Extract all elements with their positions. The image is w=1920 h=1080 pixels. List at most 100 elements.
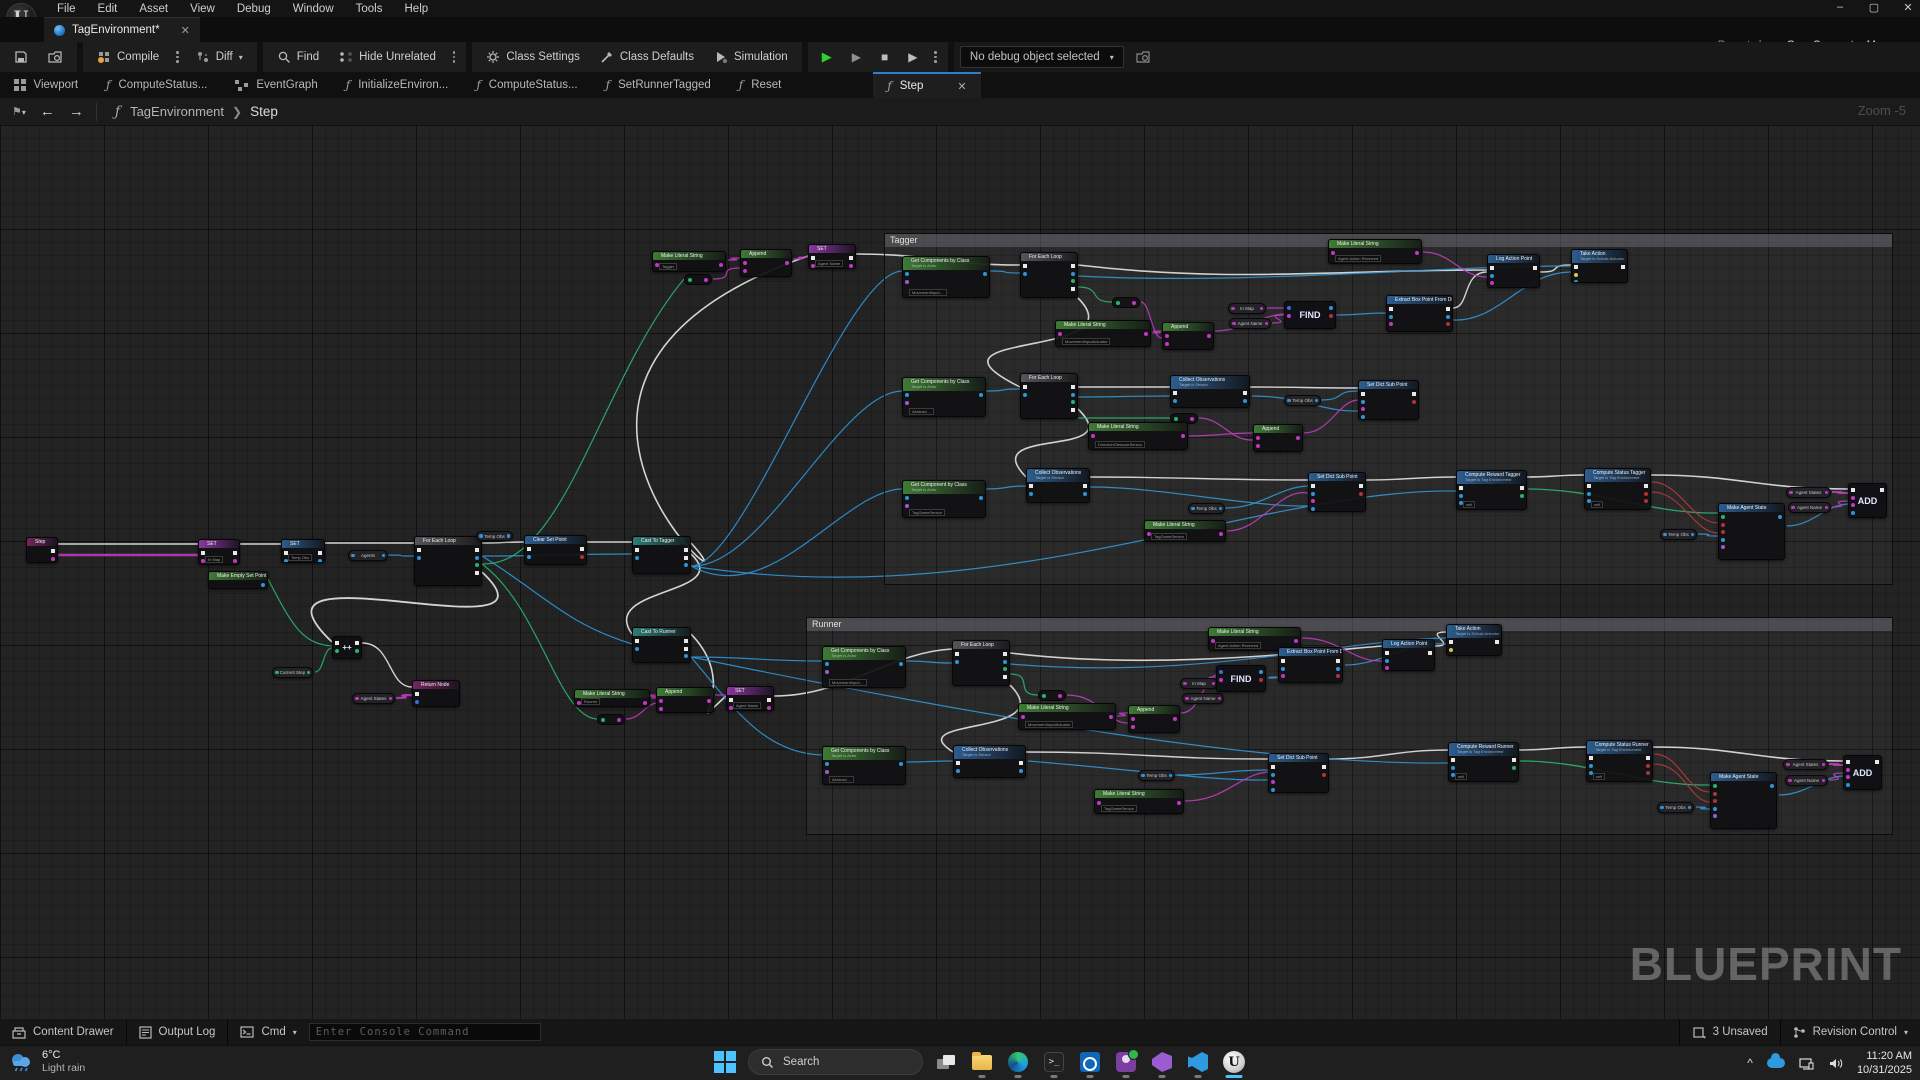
data-pin[interactable] [767, 706, 771, 710]
data-pin[interactable] [1446, 322, 1450, 326]
maximize-button[interactable]: ▢ [1868, 1, 1880, 14]
node-make-literal-string[interactable]: Make Literal StringDirectionObstacleSens… [1088, 422, 1188, 450]
data-pin[interactable] [1165, 334, 1169, 338]
node-log-action-point[interactable]: Log Action Point [1487, 254, 1540, 288]
data-pin[interactable] [1271, 773, 1275, 777]
data-pin[interactable] [1361, 415, 1365, 419]
exec-pin[interactable] [1029, 484, 1033, 488]
data-pin[interactable] [1147, 532, 1151, 536]
exec-pin[interactable] [1083, 484, 1087, 488]
terminal-icon[interactable]: >_ [1041, 1049, 1067, 1075]
node-get-components-by-class[interactable]: Get Components by ClassTarget is ActorMo… [822, 646, 906, 688]
class-settings-button[interactable]: Class Settings [478, 42, 588, 72]
node-return-node[interactable]: Return Node [412, 680, 460, 707]
tray-expand-icon[interactable]: ^ [1747, 1056, 1753, 1070]
exec-pin[interactable] [1023, 264, 1027, 268]
data-pin[interactable] [1058, 332, 1062, 336]
exec-pin[interactable] [1281, 659, 1285, 663]
exec-pin[interactable] [580, 547, 584, 551]
exec-pin[interactable] [1003, 675, 1007, 679]
data-pin[interactable] [1091, 434, 1095, 438]
exec-pin[interactable] [417, 548, 421, 552]
hide-unrelated-options-button[interactable] [448, 51, 461, 63]
data-pin[interactable] [1281, 674, 1285, 678]
data-pin[interactable] [1721, 545, 1725, 549]
data-pin[interactable] [1359, 492, 1363, 496]
node-agent-states[interactable]: Agent States [352, 693, 395, 704]
exec-pin[interactable] [1071, 408, 1075, 412]
node-make-literal-string[interactable]: Make Literal StringRunner [574, 689, 650, 707]
data-pin[interactable] [1243, 399, 1247, 403]
node-make-literal-string[interactable]: Make Literal StringMovementInputActuator [1055, 320, 1151, 347]
exec-pin[interactable] [201, 551, 205, 555]
node-cast-to-tagger[interactable]: Cast To Tagger [632, 536, 691, 574]
node-set-dict-sub-point[interactable]: Set Dict Sub Point [1308, 472, 1366, 512]
exec-pin[interactable] [956, 761, 960, 765]
data-pin[interactable] [1021, 715, 1025, 719]
data-pin[interactable] [1071, 272, 1075, 276]
data-pin[interactable] [1520, 494, 1524, 498]
menu-file[interactable]: File [48, 2, 85, 16]
data-pin[interactable] [201, 559, 205, 563]
exec-pin[interactable] [1520, 486, 1524, 490]
data-pin[interactable] [1589, 771, 1593, 775]
data-pin[interactable] [1329, 314, 1333, 318]
node-for-each-loop[interactable]: For Each Loop [952, 640, 1010, 686]
account-app-icon[interactable] [1113, 1049, 1139, 1075]
data-pin[interactable] [1097, 801, 1101, 805]
exec-pin[interactable] [1271, 765, 1275, 769]
node-agent-states[interactable]: Agent States [1783, 759, 1828, 770]
data-pin[interactable] [1389, 315, 1393, 319]
data-pin[interactable] [979, 496, 983, 500]
exec-pin[interactable] [1574, 265, 1578, 269]
conversion-node[interactable] [1112, 297, 1140, 308]
exec-pin[interactable] [811, 256, 815, 260]
data-pin[interactable] [1177, 801, 1181, 805]
exec-pin[interactable] [1359, 484, 1363, 488]
data-pin[interactable] [785, 261, 789, 265]
data-pin[interactable] [1721, 538, 1725, 542]
node-make-agent-state[interactable]: Make Agent State [1718, 503, 1785, 560]
exec-pin[interactable] [1495, 640, 1499, 644]
exec-pin[interactable] [1512, 758, 1516, 762]
data-pin[interactable] [1449, 655, 1453, 656]
cmd-dropdown[interactable]: Cmd ▾ [228, 1019, 308, 1045]
data-pin[interactable] [1219, 670, 1223, 674]
node-temp-obs[interactable]: Temp Obs [1188, 503, 1225, 514]
node-make-agent-state[interactable]: Make Agent State [1710, 772, 1777, 829]
data-pin[interactable] [1336, 674, 1340, 678]
node-for-each-loop[interactable]: For Each Loop [1020, 252, 1078, 298]
node-collect-observations[interactable]: Collect ObservationsTarget is Sensor [1026, 468, 1090, 503]
node-step[interactable]: Step [26, 537, 58, 563]
data-pin[interactable] [475, 556, 479, 560]
node-add[interactable]: ADD [1843, 755, 1882, 790]
data-pin[interactable] [1415, 251, 1419, 255]
speaker-icon[interactable] [1828, 1057, 1843, 1070]
exec-pin[interactable] [1533, 266, 1537, 270]
menu-help[interactable]: Help [396, 2, 438, 16]
exec-pin[interactable] [729, 698, 733, 702]
data-pin[interactable] [643, 701, 647, 705]
data-pin[interactable] [1165, 342, 1169, 346]
data-pin[interactable] [825, 662, 829, 666]
data-pin[interactable] [415, 700, 419, 704]
data-pin[interactable] [905, 504, 909, 508]
data-pin[interactable] [1173, 717, 1177, 721]
exec-pin[interactable] [684, 556, 688, 560]
data-pin[interactable] [729, 706, 733, 710]
exec-pin[interactable] [635, 639, 639, 643]
data-pin[interactable] [51, 557, 55, 561]
node-extract-box-point-from-dict[interactable]: Extract Box Point From Dict [1278, 647, 1343, 683]
data-pin[interactable] [1459, 494, 1463, 498]
exec-pin[interactable] [849, 256, 853, 260]
data-pin[interactable] [1713, 792, 1717, 796]
tab-step[interactable]: ƒStep✕ [873, 72, 980, 98]
data-pin[interactable] [1003, 667, 1007, 671]
data-pin[interactable] [1646, 771, 1650, 775]
data-pin[interactable] [684, 563, 688, 567]
data-pin[interactable] [1459, 501, 1463, 505]
data-pin[interactable] [955, 660, 959, 664]
data-pin[interactable] [1271, 780, 1275, 784]
class-defaults-button[interactable]: Class Defaults [592, 42, 702, 72]
conversion-node[interactable] [684, 274, 712, 285]
